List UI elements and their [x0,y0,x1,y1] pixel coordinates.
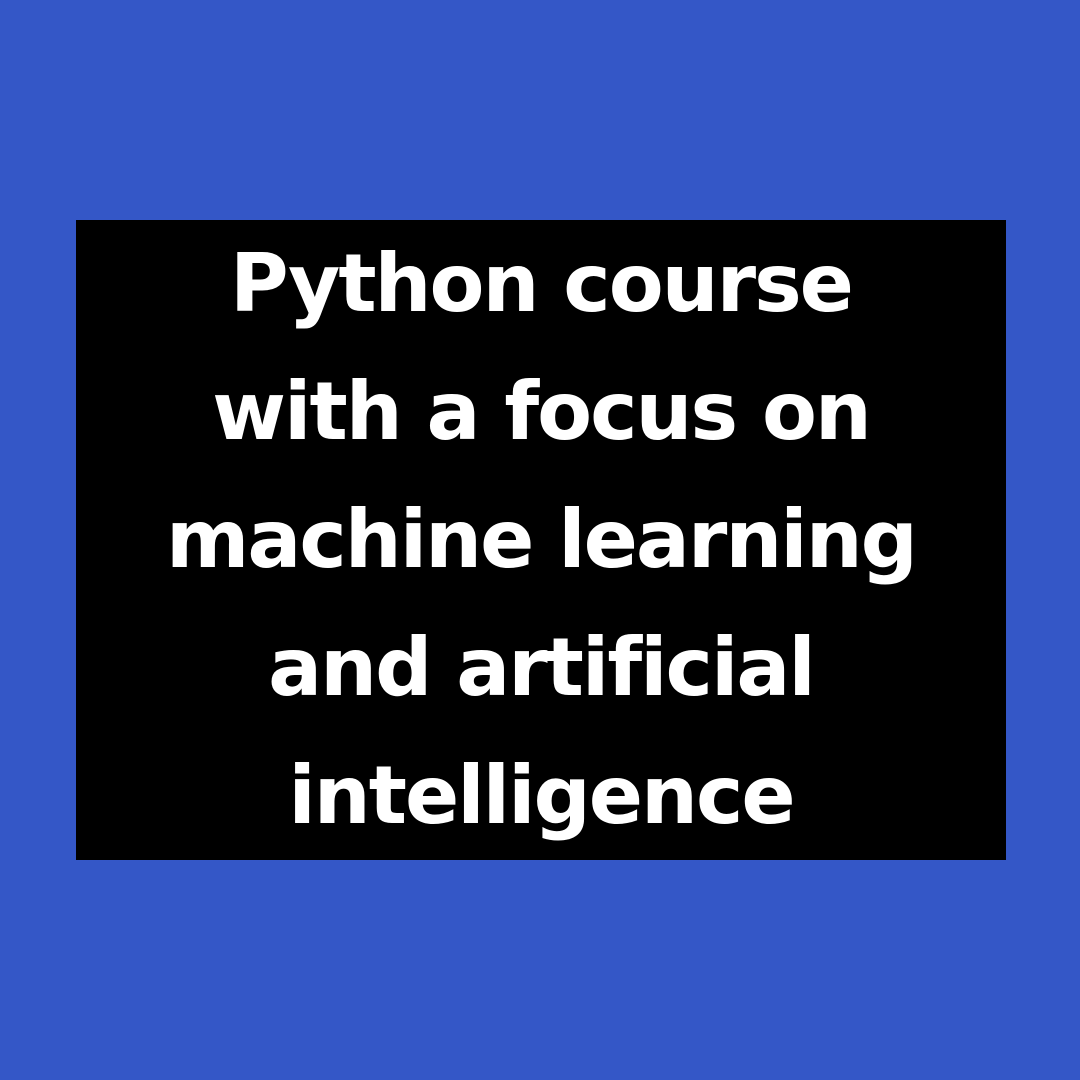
background: Python course with a focus on machine le… [0,0,1080,1080]
headline-line-1: Python course [230,237,854,330]
headline-line-3: machine learning [166,493,918,586]
headline-line-5: intelligence [288,749,795,842]
headline-line-2: with a focus on [212,365,872,458]
title-panel: Python course with a focus on machine le… [76,220,1006,860]
headline: Python course with a focus on machine le… [166,220,918,860]
headline-line-4: and artificial [268,621,816,714]
